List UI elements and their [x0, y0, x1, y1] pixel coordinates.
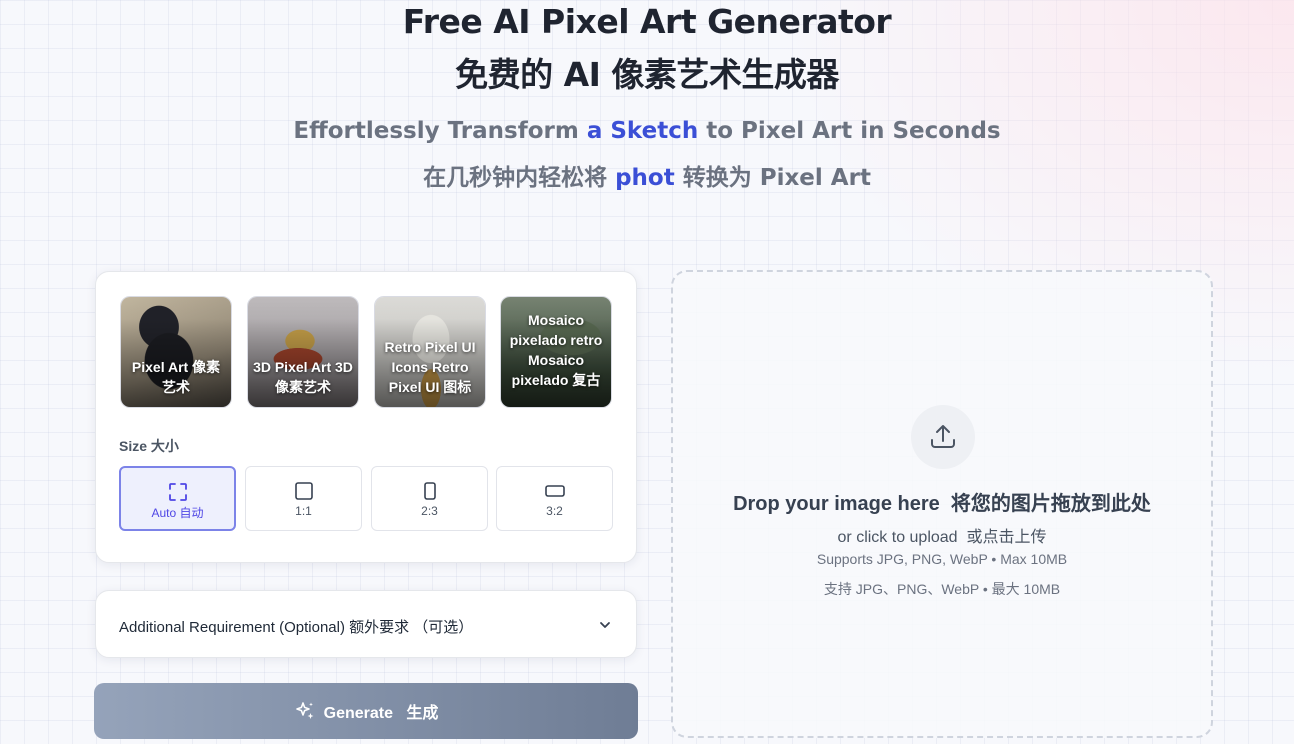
generate-button[interactable]: Generate 生成 [94, 683, 638, 739]
upload-dropzone[interactable]: Drop your image here 将您的图片拖放到此处 or click… [671, 270, 1213, 738]
size-option-2-3[interactable]: 2:3 [371, 466, 488, 531]
dropzone-subtitle: or click to upload 或点击上传 [837, 529, 1047, 546]
hero-subtitle-zh: 在几秒钟内轻松将 phot 转换为 Pixel Art [0, 158, 1294, 192]
style-option-3d-pixel-art[interactable]: 3D Pixel Art 3D 像素艺术 [247, 296, 359, 408]
settings-panel: Pixel Art 像素艺术 3D Pixel Art 3D 像素艺术 Retr… [95, 271, 637, 563]
style-option-label: Retro Pixel UI Icons Retro Pixel UI 图标 [384, 339, 476, 395]
auto-frame-icon [168, 483, 187, 501]
landscape-icon [544, 485, 565, 497]
chevron-down-icon [600, 622, 610, 628]
subtitle-text: to Pixel Art in Seconds [698, 118, 1001, 144]
subtitle-highlight: a Sketch [586, 118, 699, 144]
generate-button-label: Generate 生成 [323, 705, 439, 722]
size-label: Size 大小 [119, 438, 179, 454]
dropzone-title: Drop your image here 将您的图片拖放到此处 [733, 493, 1151, 515]
style-option-label: 3D Pixel Art 3D 像素艺术 [253, 359, 353, 395]
dropzone-format-note-zh: 支持 JPG、PNG、WebP • 最大 10MB [823, 581, 1061, 597]
page-title-zh: 免费的 AI 像素艺术生成器 [455, 55, 839, 94]
size-option-auto[interactable]: Auto 自动 [119, 466, 236, 531]
square-icon [294, 482, 313, 500]
style-option-retro-pixel-ui-icons[interactable]: Retro Pixel UI Icons Retro Pixel UI 图标 [374, 296, 486, 408]
size-option-label: 2:3 [421, 504, 438, 518]
upload-icon-wrapper [911, 405, 975, 469]
additional-requirement-toggle[interactable]: Additional Requirement (Optional) 额外要求 （… [95, 590, 637, 658]
dropzone-format-note: Supports JPG, PNG, WebP • Max 10MB [816, 551, 1068, 567]
upload-icon [931, 425, 955, 448]
style-option-pixel-art[interactable]: Pixel Art 像素艺术 [120, 296, 232, 408]
subtitle-text: 转换为 Pixel Art [674, 165, 871, 191]
size-option-label: Auto 自动 [151, 506, 204, 520]
page-title: Free AI Pixel Art Generator [402, 2, 892, 41]
portrait-icon [423, 482, 436, 500]
hero-subtitle: Effortlessly Transform a Sketch to Pixel… [0, 118, 1294, 144]
sparkles-icon [295, 702, 314, 719]
style-option-mosaico-pixelado[interactable]: Mosaico pixelado retro Mosaico pixelado … [500, 296, 612, 408]
style-option-label: Pixel Art 像素艺术 [131, 359, 221, 395]
size-option-label: 3:2 [546, 504, 563, 518]
subtitle-text: 在几秒钟内轻松将 [423, 165, 616, 191]
subtitle-highlight: phot [615, 165, 675, 191]
size-option-1-1[interactable]: 1:1 [245, 466, 362, 531]
additional-requirement-label: Additional Requirement (Optional) 额外要求 （… [119, 619, 474, 636]
size-option-3-2[interactable]: 3:2 [496, 466, 613, 531]
style-option-label: Mosaico pixelado retro Mosaico pixelado … [509, 312, 603, 388]
size-option-label: 1:1 [295, 504, 312, 518]
subtitle-text: Effortlessly Transform [293, 118, 587, 144]
